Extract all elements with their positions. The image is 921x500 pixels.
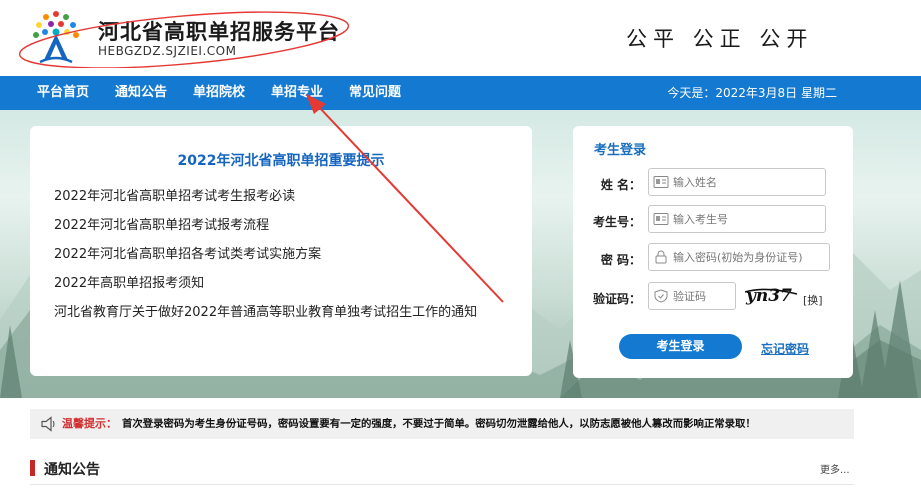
notice-bar: 温馨提示： 首次登录密码为考生身份证号码，密码设置要有一定的强度，不要过于简单。… [30, 409, 854, 439]
nav-item-home[interactable]: 平台首页 [37, 76, 89, 110]
forgot-password-link[interactable]: 忘记密码 [761, 340, 809, 357]
important-tips-card: 2022年河北省高职单招重要提示 2022年河北省高职单招考试考生报考必读 20… [30, 126, 532, 376]
captcha-refresh-link[interactable]: [换] [803, 292, 823, 308]
notice-label: 温馨提示： [62, 417, 117, 430]
section-divider [30, 484, 854, 485]
tips-link-official-notice[interactable]: 河北省教育厅关于做好2022年普通高等职业教育单独考试招生工作的通知 [54, 302, 524, 331]
id-card-icon [653, 213, 669, 225]
section-title: 通知公告 [44, 462, 100, 478]
login-button[interactable]: 考生登录 [619, 334, 742, 359]
login-card: 考生登录 姓 名： 考生号： 密 码： [573, 126, 853, 378]
annotation-ellipse [18, 11, 350, 68]
name-input[interactable] [673, 169, 823, 195]
tips-link-exam-guide[interactable]: 2022年河北省高职单招考试考生报考必读 [54, 186, 524, 215]
login-title: 考生登录 [594, 143, 647, 158]
captcha-field[interactable] [648, 282, 736, 310]
tips-title: 2022年河北省高职单招重要提示 [177, 153, 385, 169]
site-header: 河北省高职单招服务平台 HEBGZDZ.SJZIEI.COM 公平 公正 公开 [0, 0, 921, 76]
password-label: 密 码： [600, 253, 641, 267]
name-field[interactable] [648, 168, 826, 196]
main-nav: 平台首页 通知公告 单招院校 单招专业 常见问题 今天是：2022年3月8日 星… [0, 76, 921, 110]
speaker-icon [41, 416, 55, 432]
captcha-input[interactable] [673, 283, 733, 309]
captcha-image[interactable]: yn37 [745, 282, 799, 306]
exam-id-input[interactable] [673, 206, 823, 232]
section-accent-bar [30, 460, 35, 476]
id-card-icon [653, 176, 669, 188]
shield-icon [654, 289, 668, 303]
tips-link-implementation-plan[interactable]: 2022年河北省高职单招各考试类考试实施方案 [54, 244, 524, 273]
captcha-label: 验证码： [593, 292, 642, 306]
tips-link-notes[interactable]: 2022年高职单招报考须知 [54, 273, 524, 302]
nav-item-faq[interactable]: 常见问题 [349, 76, 401, 110]
more-link[interactable]: 更多... [820, 461, 850, 476]
password-input[interactable] [673, 244, 828, 270]
password-field[interactable] [648, 243, 830, 271]
exam-id-field[interactable] [648, 205, 826, 233]
id-label: 考生号： [593, 215, 642, 229]
tips-link-process[interactable]: 2022年河北省高职单招考试报考流程 [54, 215, 524, 244]
name-label: 姓 名： [600, 178, 641, 192]
nav-item-notices[interactable]: 通知公告 [115, 76, 167, 110]
nav-item-majors[interactable]: 单招专业 [271, 76, 323, 110]
tips-list: 2022年河北省高职单招考试考生报考必读 2022年河北省高职单招考试报考流程 … [54, 186, 524, 331]
slogan: 公平 公正 公开 [626, 27, 814, 51]
current-date: 今天是：2022年3月8日 星期二 [667, 86, 837, 100]
notice-text: 首次登录密码为考生身份证号码，密码设置要有一定的强度，不要过于简单。密码切勿泄露… [122, 418, 756, 430]
lock-icon [655, 250, 667, 264]
nav-item-colleges[interactable]: 单招院校 [193, 76, 245, 110]
page: 河北省高职单招服务平台 HEBGZDZ.SJZIEI.COM 公平 公正 公开 … [0, 0, 921, 500]
